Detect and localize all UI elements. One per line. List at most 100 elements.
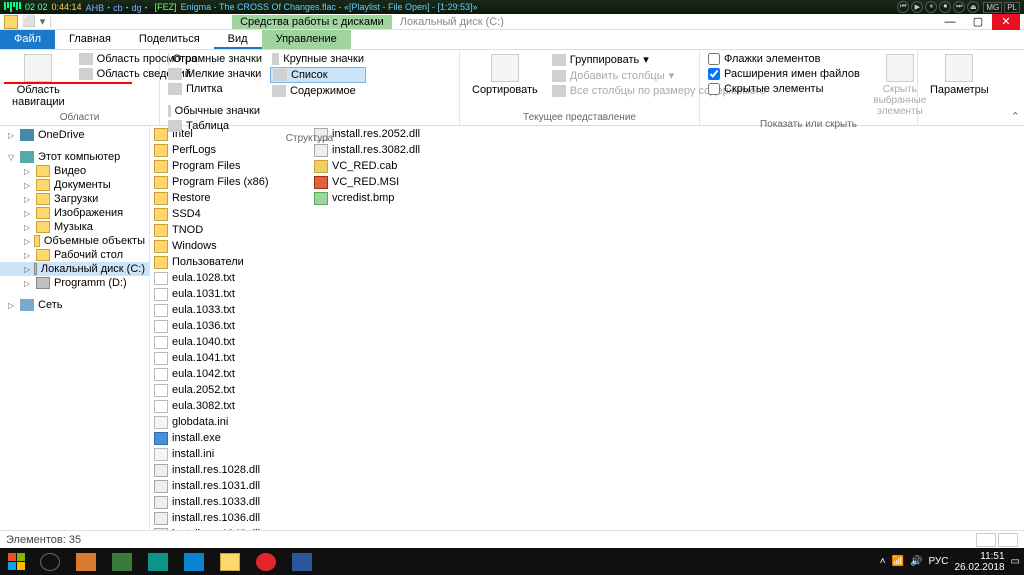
eject-icon[interactable]: ⏏ (967, 1, 979, 13)
file-item[interactable]: vcredist.bmp (312, 190, 458, 206)
file-item[interactable]: Program Files (x86) (152, 174, 308, 190)
file-item[interactable]: VC_RED.MSI (312, 174, 458, 190)
tab-view[interactable]: Вид (214, 30, 262, 49)
file-item[interactable]: eula.1036.txt (152, 318, 308, 334)
taskbar-app[interactable] (176, 548, 212, 575)
sort-button[interactable]: Сортировать (466, 52, 544, 98)
file-item[interactable]: install.res.1028.dll (152, 462, 308, 478)
taskbar-word[interactable] (284, 548, 320, 575)
file-item[interactable]: install.res.1033.dll (152, 494, 308, 510)
media-player-bar[interactable]: 02 02 0:44:14 AHB・cb・dg・ [FEZ] Enigma - … (0, 0, 1024, 14)
taskbar[interactable]: ˄ 📶 🔊 РУС 11:51 26.02.2018 ▭ (0, 548, 1024, 575)
tab-share[interactable]: Поделиться (125, 30, 214, 49)
tree-node-drive-c[interactable]: ▷Локальный диск (C:) (0, 262, 149, 276)
file-item[interactable]: Windows (152, 238, 308, 254)
taskbar-opera[interactable] (248, 548, 284, 575)
tree-node-onedrive[interactable]: ▷OneDrive (0, 128, 149, 142)
file-item[interactable]: eula.1041.txt (152, 350, 308, 366)
file-extensions-toggle[interactable]: Расширения имен файлов (706, 67, 862, 81)
taskbar-explorer[interactable] (212, 548, 248, 575)
taskbar-app[interactable] (104, 548, 140, 575)
file-item[interactable]: install.res.3082.dll (312, 142, 458, 158)
start-button[interactable] (0, 548, 32, 575)
file-list[interactable]: IntelPerfLogsProgram FilesProgram Files … (150, 126, 1024, 530)
msi-icon (314, 176, 328, 189)
prev-icon[interactable]: ⏮ (897, 1, 909, 13)
minimize-button[interactable]: — (936, 14, 964, 30)
view-medium-icons[interactable]: Обычные значки (166, 104, 262, 118)
tab-file[interactable]: Файл (0, 30, 55, 49)
file-item[interactable]: eula.3082.txt (152, 398, 308, 414)
file-name: install.res.1031.dll (172, 480, 260, 492)
file-item[interactable]: install.res.1036.dll (152, 510, 308, 526)
view-table[interactable]: Таблица (166, 119, 262, 133)
view-small-icons[interactable]: Мелкие значки (166, 67, 264, 81)
hidden-items-toggle[interactable]: Скрытые элементы (706, 82, 862, 96)
tree-node-network[interactable]: ▷Сеть (0, 298, 149, 312)
taskbar-app[interactable] (140, 548, 176, 575)
tray-volume-icon[interactable]: 🔊 (910, 556, 922, 567)
qat-item[interactable]: ⬜ (22, 15, 36, 28)
tray-chevron-icon[interactable]: ˄ (880, 556, 886, 567)
file-item[interactable]: install.ini (152, 446, 308, 462)
file-item[interactable]: eula.1042.txt (152, 366, 308, 382)
view-huge-icons[interactable]: Огромные значки (166, 52, 264, 66)
tree-node-desktop[interactable]: ▷Рабочий стол (0, 248, 149, 262)
close-button[interactable]: ✕ (992, 14, 1020, 30)
tree-node-pictures[interactable]: ▷Изображения (0, 206, 149, 220)
player-panels[interactable]: MG PL (983, 2, 1020, 13)
tree-node-videos[interactable]: ▷Видео (0, 164, 149, 178)
tray-language[interactable]: РУС (928, 556, 948, 567)
app-icon (76, 553, 96, 571)
pause-icon[interactable]: ⏸ (925, 1, 937, 13)
taskbar-app[interactable] (68, 548, 104, 575)
tree-node-drive-d[interactable]: ▷Programm (D:) (0, 276, 149, 290)
file-item[interactable]: Пользователи (152, 254, 308, 270)
file-name: eula.1040.txt (172, 336, 235, 348)
tray-network-icon[interactable]: 📶 (892, 556, 904, 567)
nav-pane-button[interactable]: Область навигации (6, 52, 71, 110)
view-details-button[interactable] (976, 533, 996, 547)
tree-node-music[interactable]: ▷Музыка (0, 220, 149, 234)
file-item[interactable]: TNOD (152, 222, 308, 238)
tree-node-3dobjects[interactable]: ▷Объемные объекты (0, 234, 149, 248)
maximize-button[interactable]: ▢ (964, 14, 992, 30)
file-item[interactable]: Restore (152, 190, 308, 206)
folder-icon (34, 235, 40, 247)
file-item[interactable]: install.res.1031.dll (152, 478, 308, 494)
item-checkboxes-toggle[interactable]: Флажки элементов (706, 52, 862, 66)
file-item[interactable]: PerfLogs (152, 142, 308, 158)
view-tiles[interactable]: Плитка (166, 82, 264, 96)
stop-icon[interactable]: ⏹ (939, 1, 951, 13)
file-item[interactable]: globdata.ini (152, 414, 308, 430)
view-large-icons[interactable]: Крупные значки (270, 52, 366, 66)
tab-manage[interactable]: Управление (262, 30, 351, 49)
taskbar-search[interactable] (32, 548, 68, 575)
system-tray[interactable]: ˄ 📶 🔊 РУС 11:51 26.02.2018 ▭ (880, 551, 1024, 573)
options-button[interactable]: Параметры (924, 52, 995, 98)
file-item[interactable]: SSD4 (152, 206, 308, 222)
view-content[interactable]: Содержимое (270, 84, 366, 98)
next-icon[interactable]: ⏭ (953, 1, 965, 13)
file-item[interactable]: eula.1033.txt (152, 302, 308, 318)
file-item[interactable]: VC_RED.cab (312, 158, 458, 174)
tray-notifications-icon[interactable]: ▭ (1011, 556, 1020, 567)
navigation-tree[interactable]: ▷OneDrive ▽Этот компьютер ▷Видео ▷Докуме… (0, 126, 150, 530)
qat-item[interactable]: ▾ (40, 15, 46, 28)
file-item[interactable]: eula.1031.txt (152, 286, 308, 302)
play-icon[interactable]: ▶ (911, 1, 923, 13)
file-item[interactable]: eula.2052.txt (152, 382, 308, 398)
file-item[interactable]: eula.1028.txt (152, 270, 308, 286)
view-list[interactable]: Список (270, 67, 366, 83)
tree-node-thispc[interactable]: ▽Этот компьютер (0, 150, 149, 164)
tree-node-documents[interactable]: ▷Документы (0, 178, 149, 192)
file-item[interactable]: Program Files (152, 158, 308, 174)
file-item[interactable]: eula.1040.txt (152, 334, 308, 350)
clock[interactable]: 11:51 26.02.2018 (954, 551, 1004, 573)
tab-home[interactable]: Главная (55, 30, 125, 49)
file-item[interactable]: install.exe (152, 430, 308, 446)
tree-node-downloads[interactable]: ▷Загрузки (0, 192, 149, 206)
collapse-ribbon-icon[interactable]: ⌃ (1011, 110, 1020, 123)
view-thumbnails-button[interactable] (998, 533, 1018, 547)
player-controls[interactable]: ⏮ ▶ ⏸ ⏹ ⏭ ⏏ (897, 1, 979, 13)
